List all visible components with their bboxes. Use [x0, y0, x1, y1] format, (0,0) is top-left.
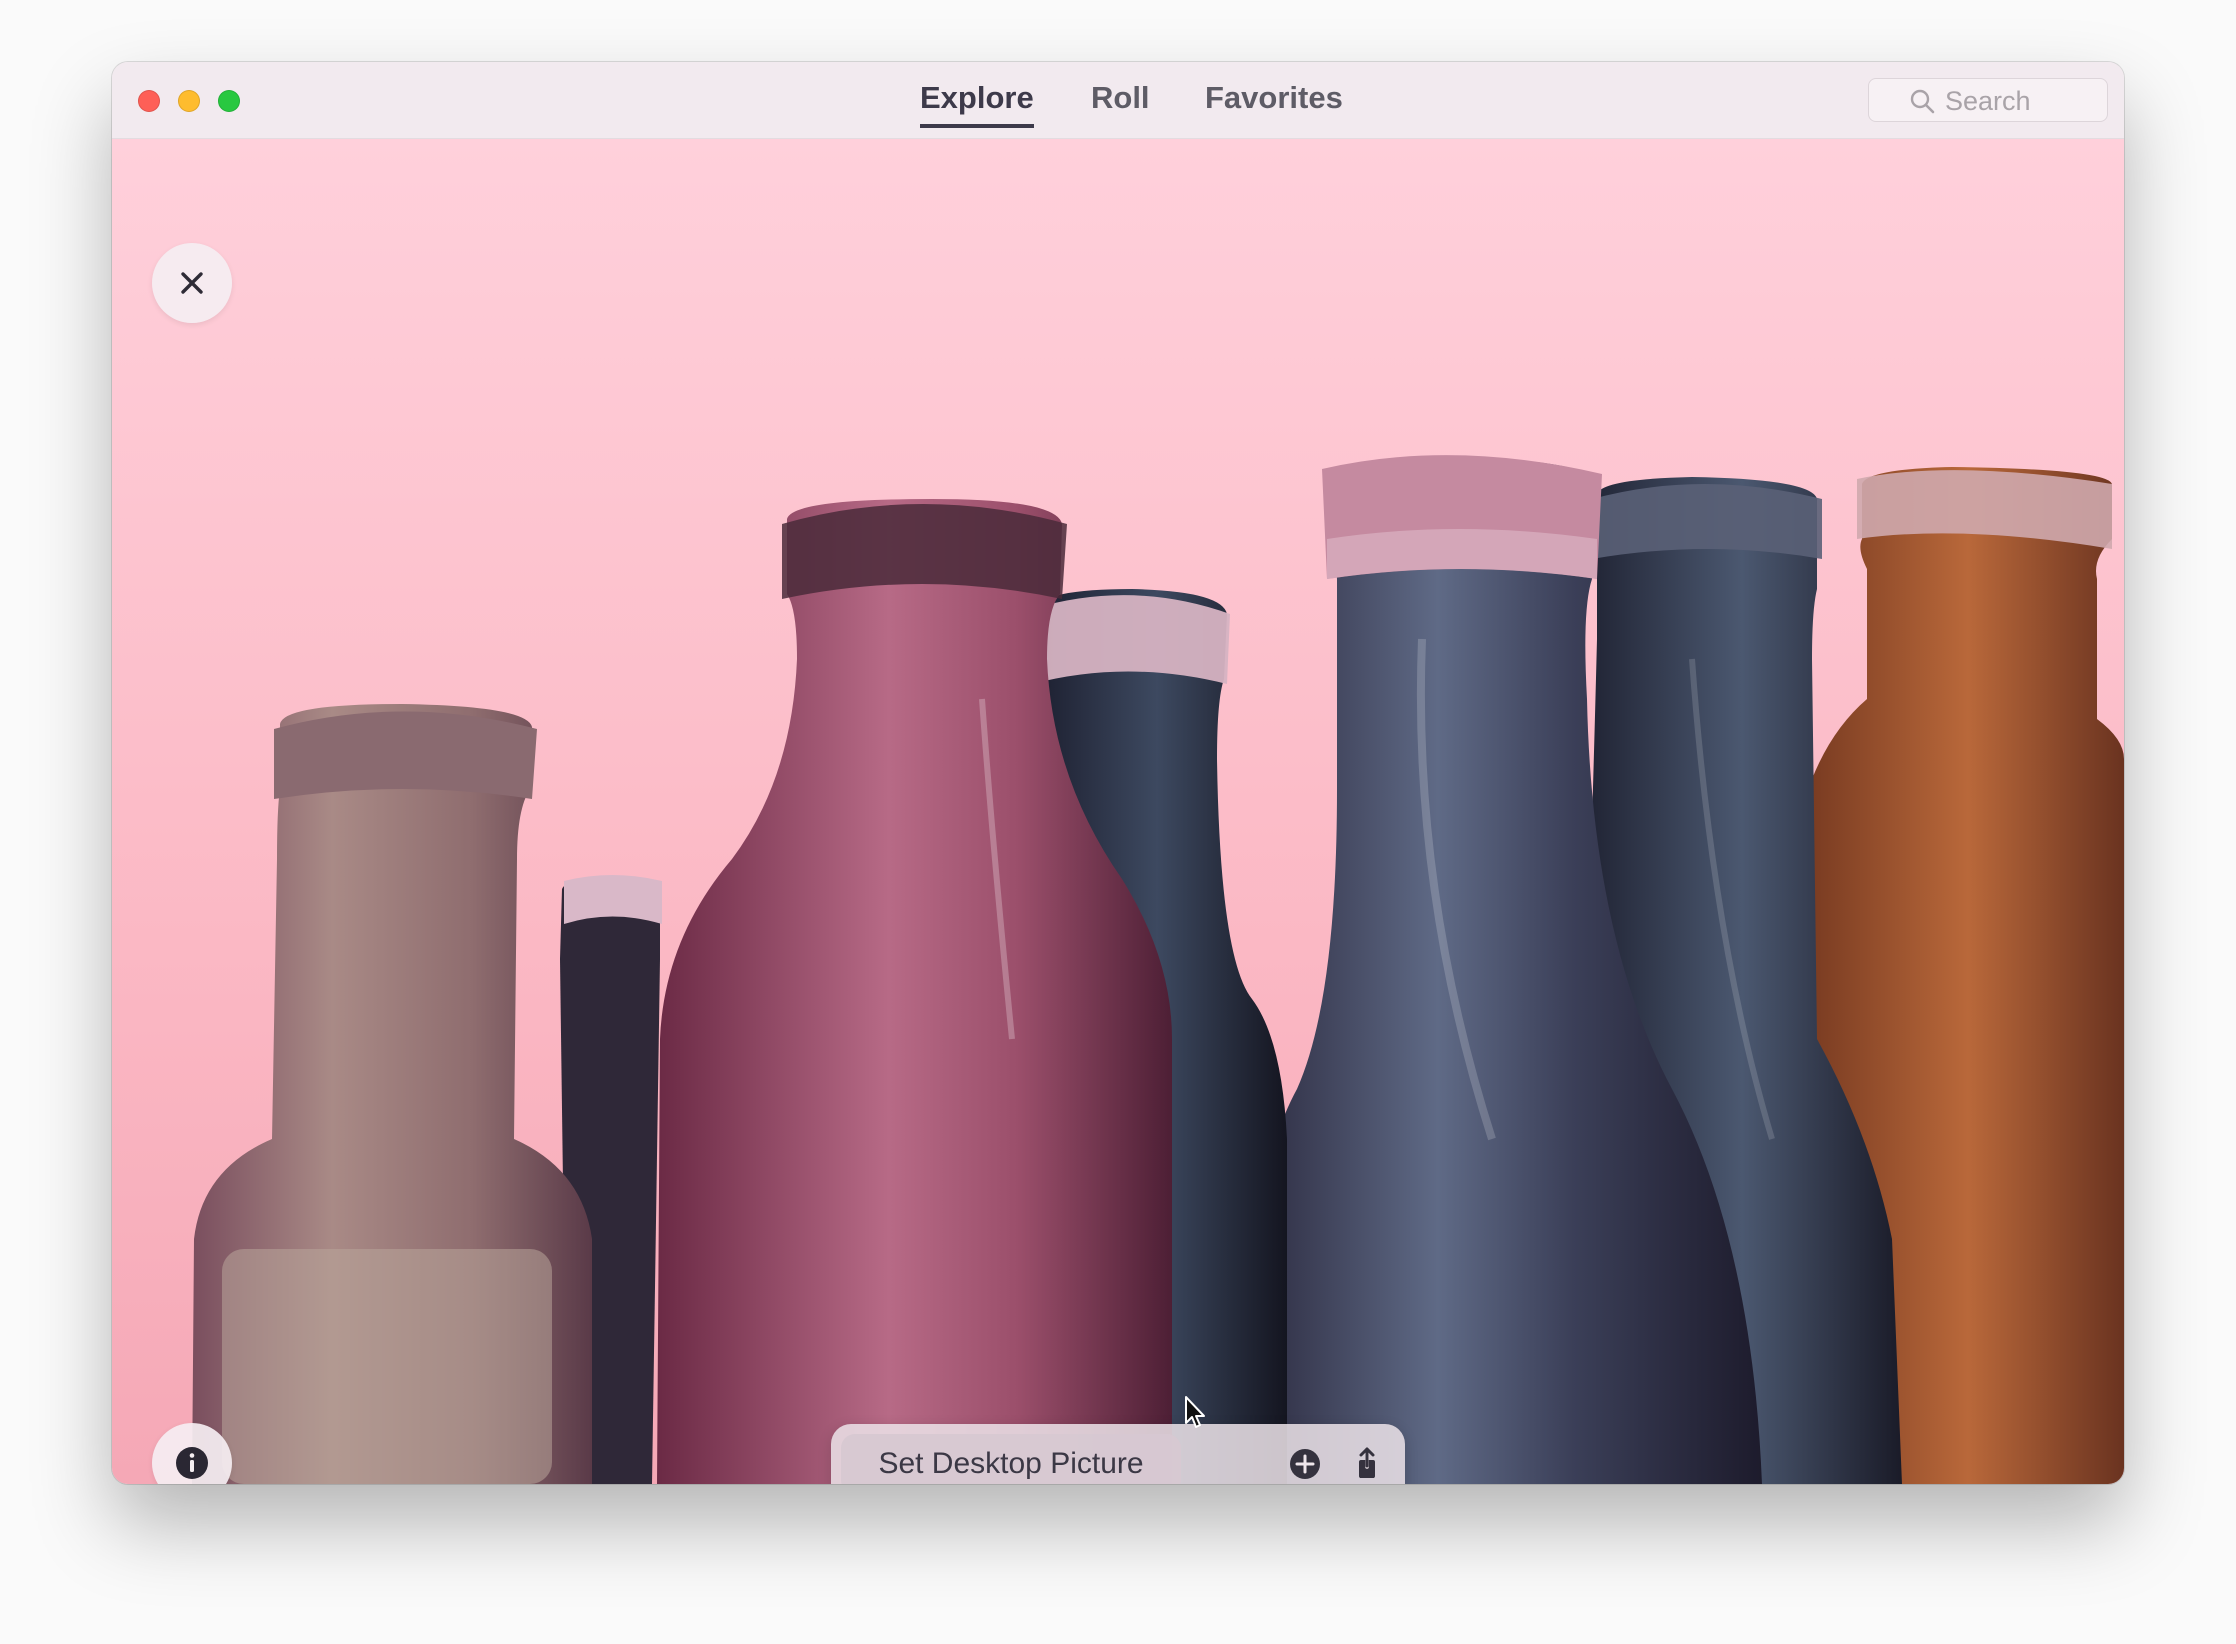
tab-favorites[interactable]: Favorites [1205, 80, 1343, 124]
photo-viewer: Set Desktop Picture [112, 139, 2124, 1484]
plus-circle-icon[interactable] [1287, 1446, 1323, 1482]
search-input[interactable] [1943, 83, 2097, 119]
title-bar: Explore Roll Favorites [112, 62, 2124, 139]
info-icon [176, 1447, 208, 1479]
set-desktop-picture-button[interactable]: Set Desktop Picture [841, 1434, 1181, 1484]
search-box[interactable] [1868, 78, 2108, 122]
action-bar: Set Desktop Picture [831, 1424, 1405, 1484]
app-window: Explore Roll Favorites Search Set Deskto… [112, 62, 2124, 1484]
close-icon [181, 272, 203, 294]
tab-roll[interactable]: Roll [1091, 80, 1150, 124]
close-viewer-button[interactable] [152, 243, 232, 323]
share-icon[interactable] [1349, 1446, 1385, 1482]
magnifier-icon [1910, 89, 1935, 114]
tab-bar: Explore Roll Favorites [112, 62, 2124, 138]
tab-explore[interactable]: Explore [920, 80, 1034, 128]
wallpaper-photo [112, 139, 2124, 1484]
